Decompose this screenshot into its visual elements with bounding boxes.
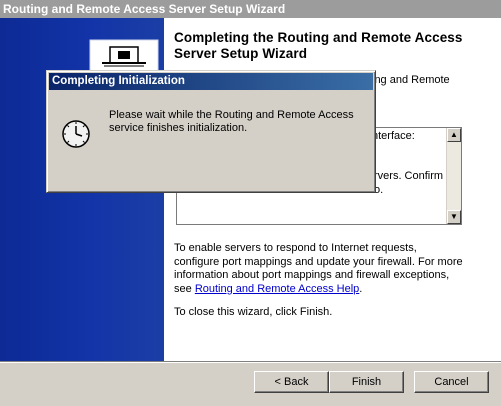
interface-text-fragment: nterface: [372,130,415,142]
finish-button[interactable]: Finish [329,371,404,393]
close-instruction: To close this wizard, click Finish. [174,306,333,318]
page-heading: Completing the Routing and Remote Access… [174,30,463,61]
confirm-text-fragment: rvers. Confirm [374,170,444,182]
listbox-scrollbar[interactable]: ▲ ▼ [446,128,461,224]
cancel-button[interactable]: Cancel [414,371,489,393]
scroll-up-icon[interactable]: ▲ [447,128,461,142]
help-link-suffix: . [359,282,363,295]
intro-text-fragment: ing and Remote [372,74,450,86]
wizard-button-bar: < Back Finish Cancel [0,363,501,406]
completing-initialization-dialog: Completing Initialization Please wait wh… [46,70,376,193]
window-titlebar: Routing and Remote Access Server Setup W… [0,0,501,18]
back-button[interactable]: < Back [254,371,329,393]
dialog-title: Completing Initialization [49,73,373,90]
clock-icon [62,120,90,148]
dialog-message: Please wait while the Routing and Remote… [109,109,354,134]
scroll-down-icon[interactable]: ▼ [447,210,461,224]
window-title: Routing and Remote Access Server Setup W… [3,2,286,16]
firewall-paragraph: To enable servers to respond to Internet… [174,242,464,296]
help-link[interactable]: Routing and Remote Access Help [195,283,359,295]
